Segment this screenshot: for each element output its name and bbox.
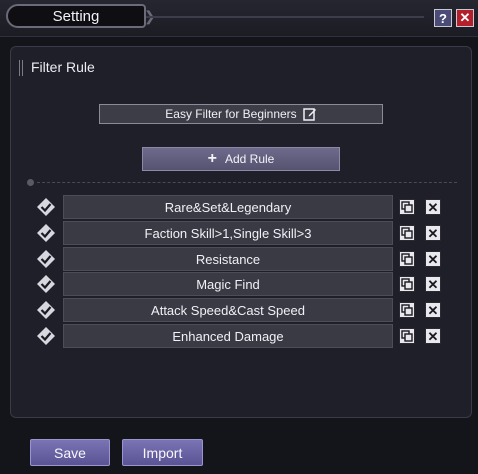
- delete-icon: ✕: [427, 225, 439, 241]
- rule-row: Magic Find ✕: [36, 272, 446, 296]
- delete-rule-button[interactable]: ✕: [425, 225, 441, 241]
- add-rule-button[interactable]: + Add Rule: [142, 147, 340, 171]
- delete-icon: ✕: [427, 328, 439, 344]
- plus-icon: +: [207, 150, 217, 167]
- check-icon[interactable]: [36, 300, 56, 320]
- rule-row: Faction Skill>1,Single Skill>3 ✕: [36, 221, 446, 245]
- rule-row: Resistance ✕: [36, 247, 446, 271]
- check-icon[interactable]: [36, 223, 56, 243]
- rule-name[interactable]: Enhanced Damage: [63, 324, 393, 348]
- copy-icon: [401, 278, 413, 290]
- easy-filter-button[interactable]: Easy Filter for Beginners: [99, 104, 383, 124]
- copy-rule-button[interactable]: [399, 225, 415, 241]
- copy-rule-button[interactable]: [399, 276, 415, 292]
- check-icon[interactable]: [36, 197, 56, 217]
- delete-rule-button[interactable]: ✕: [425, 276, 441, 292]
- section-title: Filter Rule: [31, 59, 95, 75]
- help-button[interactable]: ?: [434, 9, 452, 27]
- check-icon[interactable]: [36, 326, 56, 346]
- rule-name[interactable]: Rare&Set&Legendary: [63, 195, 393, 219]
- copy-icon: [401, 304, 413, 316]
- close-button[interactable]: ✕: [456, 9, 474, 27]
- copy-icon: [401, 227, 413, 239]
- delete-icon: ✕: [427, 276, 439, 292]
- delete-rule-button[interactable]: ✕: [425, 251, 441, 267]
- section-marker-icon: [19, 60, 23, 76]
- check-icon[interactable]: [36, 274, 56, 294]
- window-titlebar: Setting ❯ ? ✕: [0, 0, 478, 37]
- rule-name[interactable]: Resistance: [63, 247, 393, 271]
- delete-icon: ✕: [427, 302, 439, 318]
- rule-name[interactable]: Attack Speed&Cast Speed: [63, 298, 393, 322]
- delete-rule-button[interactable]: ✕: [425, 302, 441, 318]
- window-title: Setting: [6, 4, 146, 28]
- rule-row: Rare&Set&Legendary ✕: [36, 195, 446, 219]
- copy-rule-button[interactable]: [399, 199, 415, 215]
- copy-icon: [401, 253, 413, 265]
- import-button[interactable]: Import: [122, 439, 203, 466]
- edit-icon: [302, 108, 316, 121]
- check-icon[interactable]: [36, 249, 56, 269]
- title-divider: [146, 16, 424, 18]
- delete-rule-button[interactable]: ✕: [425, 328, 441, 344]
- delete-rule-button[interactable]: ✕: [425, 199, 441, 215]
- copy-icon: [401, 201, 413, 213]
- rule-row: Enhanced Damage ✕: [36, 324, 446, 348]
- add-rule-label: Add Rule: [224, 152, 275, 166]
- divider-dot: [27, 179, 34, 186]
- rule-row: Attack Speed&Cast Speed ✕: [36, 298, 446, 322]
- copy-rule-button[interactable]: [399, 328, 415, 344]
- easy-filter-label: Easy Filter for Beginners: [165, 107, 297, 121]
- delete-icon: ✕: [427, 251, 439, 267]
- rule-name[interactable]: Faction Skill>1,Single Skill>3: [63, 221, 393, 245]
- copy-rule-button[interactable]: [399, 302, 415, 318]
- copy-icon: [401, 330, 413, 342]
- save-button[interactable]: Save: [30, 439, 110, 466]
- delete-icon: ✕: [427, 199, 439, 215]
- copy-rule-button[interactable]: [399, 251, 415, 267]
- divider: [37, 182, 457, 183]
- rule-name[interactable]: Magic Find: [63, 272, 393, 296]
